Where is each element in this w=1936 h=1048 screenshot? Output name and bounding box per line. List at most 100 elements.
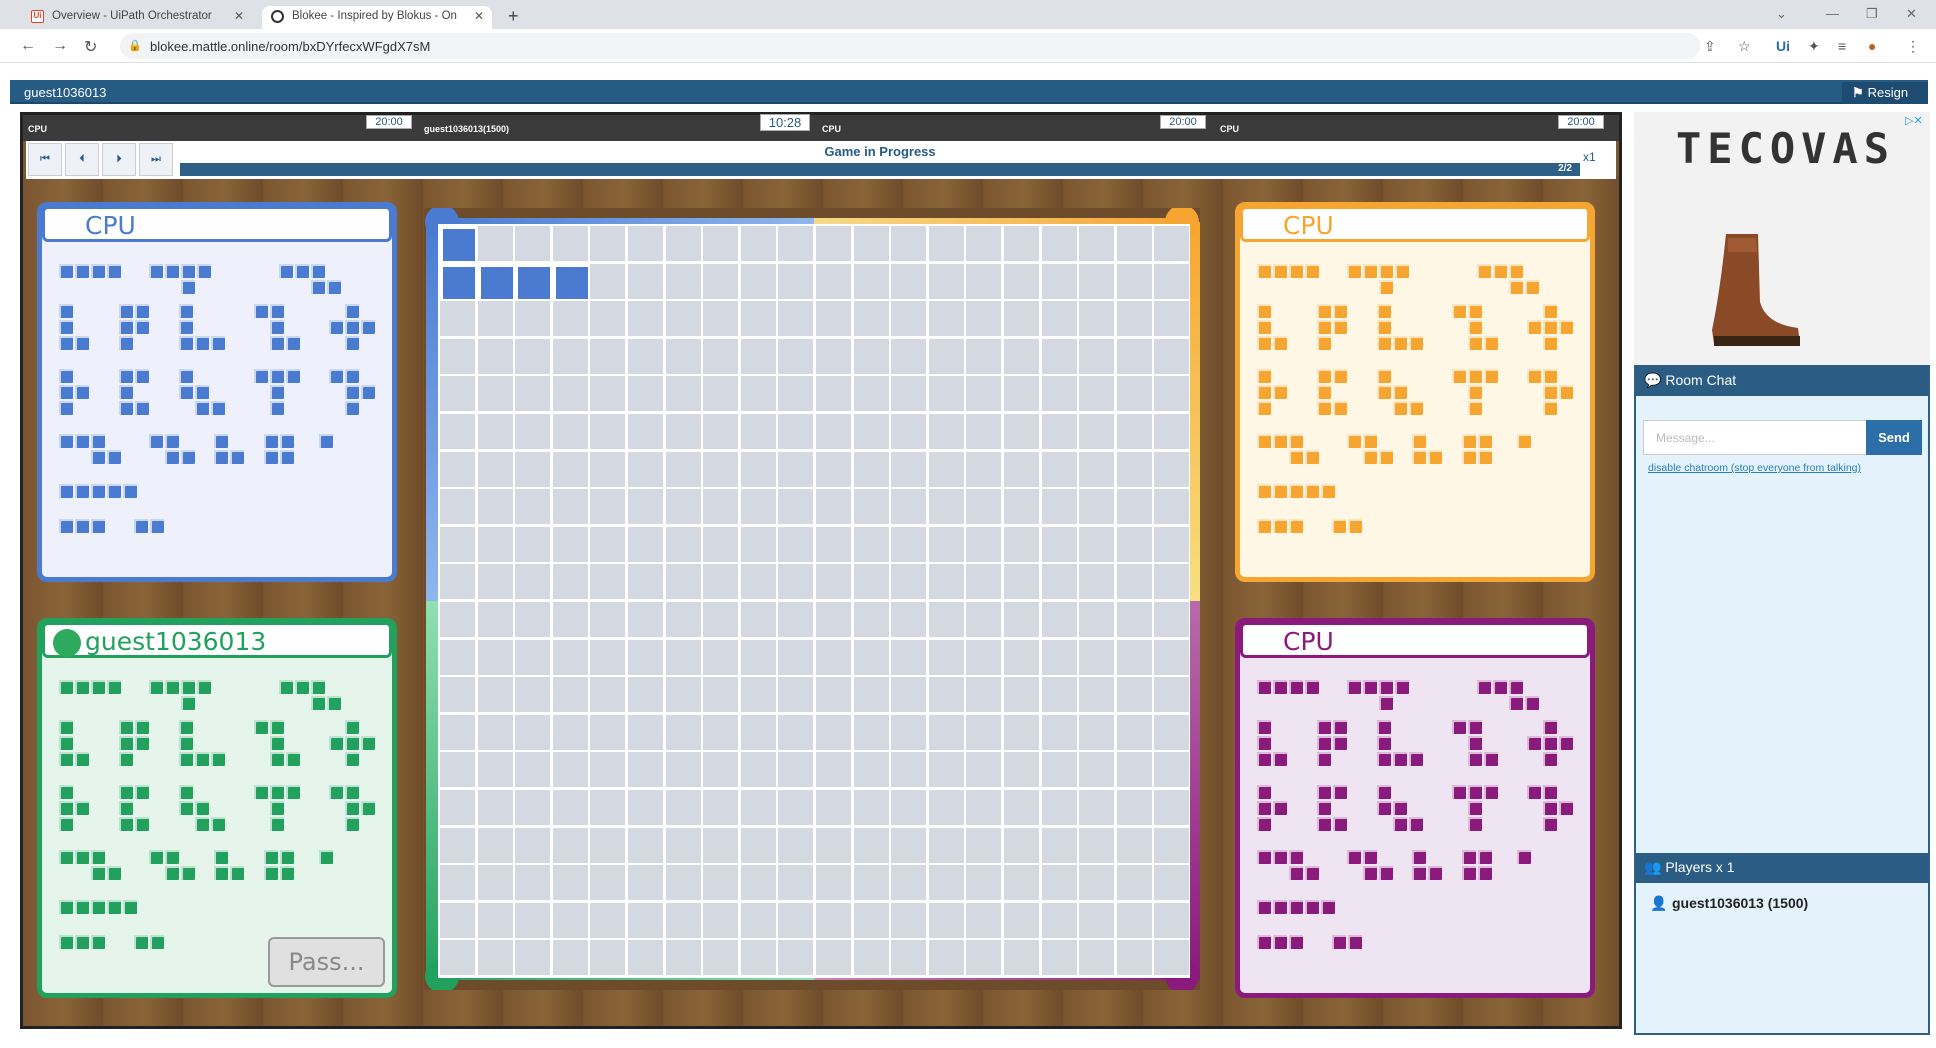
board-cell[interactable] [928,639,964,675]
board-cell[interactable] [928,564,964,600]
board-cell[interactable] [477,376,513,412]
piece-square[interactable] [75,680,89,694]
board-cell[interactable] [477,902,513,938]
board-cell[interactable] [440,827,475,863]
board-cell[interactable] [665,790,701,825]
piece-square[interactable] [179,752,193,766]
url-text[interactable]: blokee.mattle.online/room/bxDYrfecxWFgdX… [150,39,430,54]
piece-square[interactable] [214,850,228,864]
board-cell[interactable] [816,752,851,788]
board-cell[interactable] [515,714,551,750]
last-move-button[interactable]: ⏭ [139,143,173,176]
board-cell[interactable] [515,226,551,261]
board-cell[interactable] [1116,301,1152,337]
tab-uipath[interactable]: Ui Overview - UiPath Orchestrator ✕ [22,6,252,29]
board-cell[interactable] [853,865,889,901]
board-cell[interactable] [590,451,626,487]
piece-square[interactable] [119,817,133,831]
board-cell[interactable] [891,714,927,750]
board-cell[interactable] [778,338,814,374]
board-cell[interactable] [703,602,739,637]
close-icon[interactable]: ✕ [234,9,244,23]
board-cell[interactable] [853,752,889,788]
board-cell[interactable] [440,752,475,788]
board-cell[interactable] [440,489,475,525]
board-cell[interactable] [966,714,1002,750]
uipath-extension-icon[interactable]: Ui [1776,38,1790,54]
board-cell[interactable] [891,263,927,299]
board-cell[interactable] [928,226,964,261]
board-cell[interactable] [590,902,626,938]
board-cell[interactable] [966,790,1002,825]
board-cell[interactable] [1004,865,1039,901]
board-cell[interactable] [1116,489,1152,525]
game-board[interactable] [438,224,1190,978]
piece-square[interactable] [345,752,359,766]
board-cell[interactable] [891,827,927,863]
bookmark-star-icon[interactable]: ☆ [1738,38,1751,55]
board-cell[interactable] [590,602,626,637]
board-cell[interactable] [552,226,588,261]
board-cell[interactable] [477,489,513,525]
board-cell[interactable] [515,564,551,600]
replay-progress[interactable]: 2/2 [180,163,1580,176]
board-cell[interactable] [1004,602,1039,637]
board-cell[interactable] [703,414,739,449]
board-cell[interactable] [1004,752,1039,788]
piece-square[interactable] [345,720,359,734]
board-cell[interactable] [703,451,739,487]
piece-square[interactable] [179,785,193,799]
pass-button[interactable]: Pass... [268,937,385,987]
close-window-icon[interactable]: ✕ [1906,6,1917,22]
board-cell[interactable] [891,526,927,562]
board-cell[interactable] [816,602,851,637]
piece-square[interactable] [75,801,89,815]
piece-square[interactable] [311,680,325,694]
piece-square[interactable] [345,801,359,815]
board-cell[interactable] [1004,414,1039,449]
board-cell[interactable] [778,790,814,825]
board-cell[interactable] [1004,489,1039,525]
board-cell[interactable] [928,902,964,938]
board-cell[interactable] [1041,338,1077,374]
chat-message-input[interactable]: Message... [1643,420,1868,455]
board-cell[interactable] [853,827,889,863]
board-cell[interactable] [1154,301,1190,337]
board-cell[interactable] [590,677,626,713]
board-cell[interactable] [477,564,513,600]
board-cell[interactable] [1041,301,1077,337]
board-cell[interactable] [590,752,626,788]
board-cell[interactable] [665,226,701,261]
piece-square[interactable] [270,736,284,750]
board-cell[interactable] [552,790,588,825]
board-cell[interactable] [515,790,551,825]
piece-square[interactable] [107,900,121,914]
board-cell[interactable] [552,301,588,337]
piece-square[interactable] [254,785,268,799]
board-cell[interactable] [853,451,889,487]
piece-square[interactable] [91,866,105,880]
board-cell[interactable] [1116,414,1152,449]
board-cell[interactable] [440,639,475,675]
piece-square[interactable] [181,866,195,880]
board-cell[interactable] [1004,790,1039,825]
board-cell[interactable] [703,301,739,337]
board-cell[interactable] [816,827,851,863]
board-cell[interactable] [891,790,927,825]
board-cell[interactable] [891,902,927,938]
board-cell[interactable] [928,827,964,863]
board-cell[interactable] [590,827,626,863]
board-cell[interactable] [1116,376,1152,412]
board-cell[interactable] [778,639,814,675]
board-cell[interactable] [853,414,889,449]
board-cell[interactable] [1116,752,1152,788]
board-cell[interactable] [1041,451,1077,487]
board-cell[interactable] [1154,526,1190,562]
board-cell[interactable] [1079,489,1115,525]
board-cell[interactable] [853,489,889,525]
board-cell[interactable] [1116,451,1152,487]
board-cell[interactable] [515,827,551,863]
board-cell[interactable] [1079,602,1115,637]
board-cell[interactable] [1154,564,1190,600]
board-cell[interactable] [778,451,814,487]
